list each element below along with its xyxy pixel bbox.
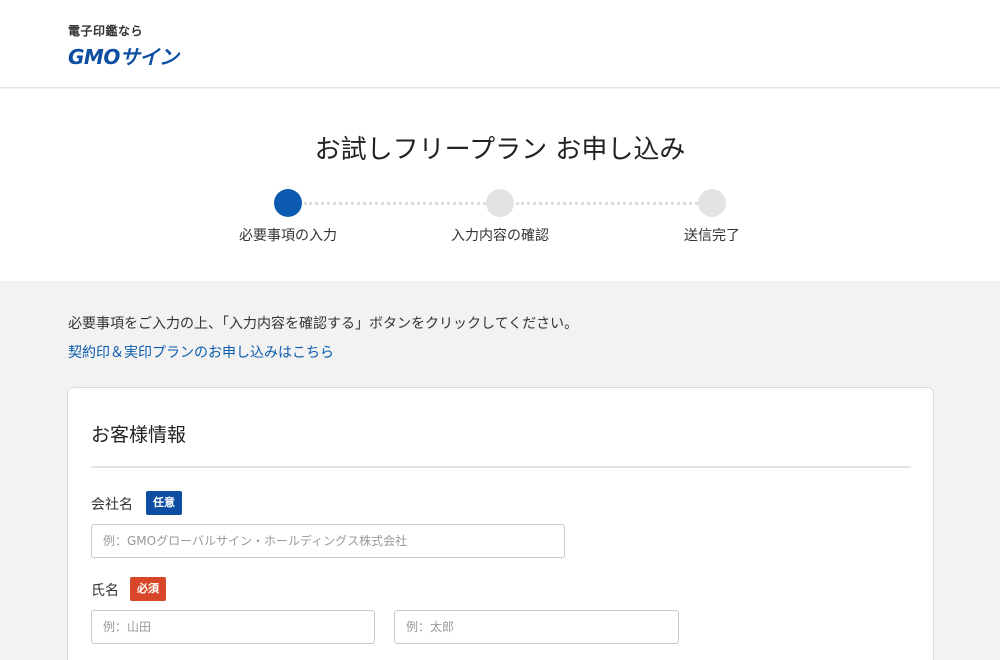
site-header: 電子印鑑なら GMOサイン <box>0 0 1000 88</box>
step-3-indicator <box>698 189 726 217</box>
gmo-sign-logo[interactable]: 電子印鑑なら GMOサイン <box>68 22 179 70</box>
optional-badge: 任意 <box>146 491 182 515</box>
hero-section: お試しフリープラン お申し込み 必要事項の入力 入力内容の確認 送信完了 <box>0 89 1000 281</box>
name-label: 氏名 <box>91 583 119 599</box>
required-badge: 必須 <box>130 577 166 601</box>
plan-application-link[interactable]: 契約印＆実印プランのお申し込みはこちら <box>68 342 334 362</box>
step-1-label: 必要事項の入力 <box>239 228 337 244</box>
first-name-input[interactable] <box>394 610 679 644</box>
logo-tagline: 電子印鑑なら <box>68 24 144 38</box>
customer-info-card: お客様情報 会社名 任意 氏名 必須 <box>67 387 934 660</box>
page-title: お試しフリープラン お申し込み <box>314 135 686 165</box>
logo-brand: GMOサイン <box>68 45 179 69</box>
last-name-input[interactable] <box>91 610 375 644</box>
section-title: お客様情報 <box>91 424 187 446</box>
step-2-label: 入力内容の確認 <box>451 228 549 244</box>
section-divider <box>91 466 911 468</box>
company-name-input[interactable] <box>91 524 565 558</box>
step-3-label: 送信完了 <box>684 228 740 244</box>
step-connector <box>516 202 698 205</box>
progress-stepper: 必要事項の入力 入力内容の確認 送信完了 <box>0 189 1000 249</box>
step-1-indicator <box>274 189 302 217</box>
company-label: 会社名 <box>91 497 133 513</box>
step-2-indicator <box>486 189 514 217</box>
step-connector <box>304 202 486 205</box>
intro-text: 必要事項をご入力の上、「入力内容を確認する」ボタンをクリックしてください。 <box>68 316 579 332</box>
